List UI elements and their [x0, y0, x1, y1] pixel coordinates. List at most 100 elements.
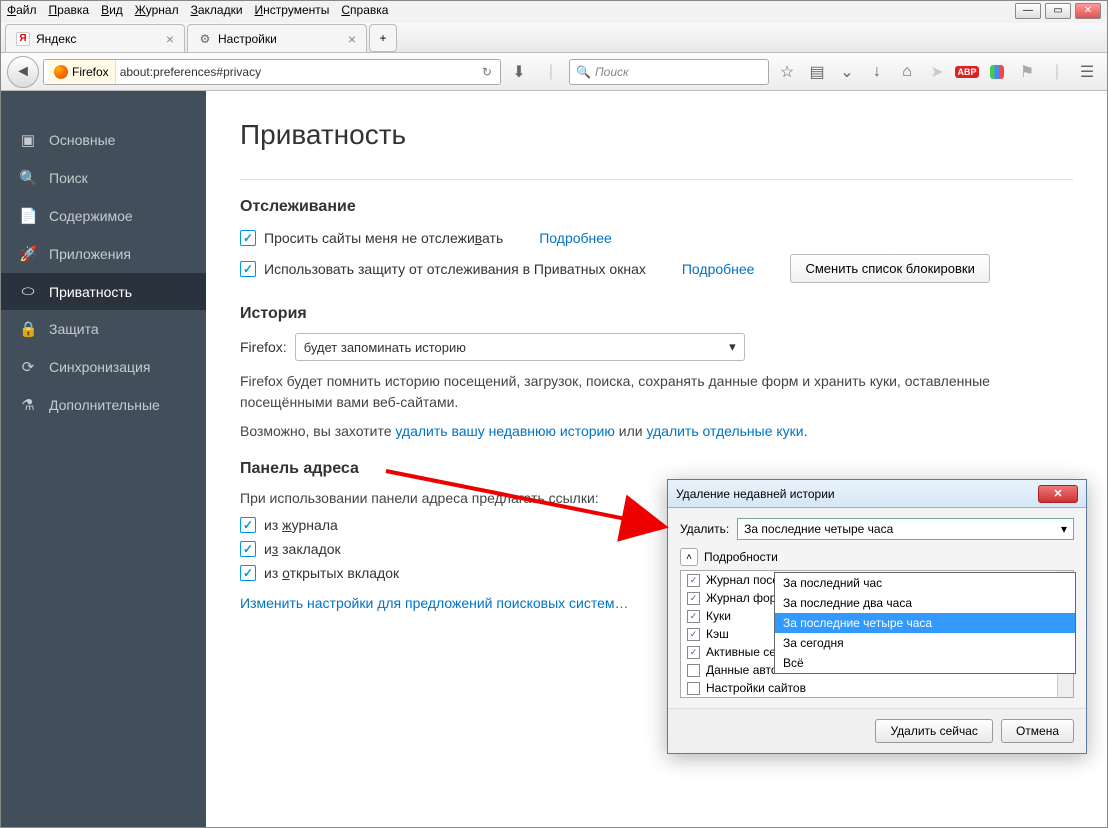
chevron-down-icon: ▾	[729, 339, 736, 355]
tab-label: Яндекс	[36, 32, 76, 46]
browser-tabstrip: Я Яндекс × ⚙ Настройки × +	[1, 23, 1107, 53]
sidebar-item-sync[interactable]: ⟳Синхронизация	[1, 348, 206, 386]
send-icon[interactable]: ➤	[923, 58, 951, 86]
clear-now-button[interactable]: Удалить сейчас	[875, 719, 992, 743]
window-close-button[interactable]: ✕	[1075, 3, 1101, 19]
page-title: Приватность	[240, 119, 1073, 151]
downloads-icon[interactable]: ⬇	[505, 58, 533, 86]
tab-close-icon[interactable]: ×	[348, 31, 356, 47]
addon-icon[interactable]: ⚑	[1013, 58, 1041, 86]
dropdown-option[interactable]: За последние два часа	[775, 593, 1075, 613]
time-range-select[interactable]: За последние четыре часа ▾	[737, 518, 1074, 540]
browser-navbar: ◄ Firefox about:preferences#privacy ↻ ⬇ …	[1, 53, 1107, 91]
apps-grid-icon[interactable]	[990, 65, 1004, 79]
sync-icon: ⟳	[19, 358, 37, 376]
dropdown-option[interactable]: За сегодня	[775, 633, 1075, 653]
item-checkbox[interactable]	[687, 682, 700, 695]
yandex-favicon-icon: Я	[16, 32, 30, 46]
bookmark-star-icon[interactable]: ☆	[773, 58, 801, 86]
dnt-checkbox[interactable]: ✓	[240, 230, 256, 246]
tracking-protection-label: Использовать защиту от отслеживания в Пр…	[264, 261, 646, 277]
cancel-button[interactable]: Отмена	[1001, 719, 1074, 743]
download-arrow-icon[interactable]: ↓	[863, 58, 891, 86]
window-minimize-button[interactable]: —	[1015, 3, 1041, 19]
history-mode-select[interactable]: будет запоминать историю ▾	[295, 333, 745, 361]
history-links-row: Возможно, вы захотите удалить вашу недав…	[240, 421, 1073, 442]
new-tab-button[interactable]: +	[369, 24, 397, 52]
sidebar-item-security[interactable]: 🔒Защита	[1, 310, 206, 348]
tab-settings[interactable]: ⚙ Настройки ×	[187, 24, 367, 52]
reload-icon[interactable]: ↻	[478, 65, 496, 79]
reader-icon[interactable]: ▤	[803, 58, 831, 86]
clear-cookies-link[interactable]: удалить отдельные куки	[646, 423, 803, 439]
dnt-learn-more-link[interactable]: Подробнее	[539, 230, 612, 246]
suggest-history-checkbox[interactable]: ✓	[240, 517, 256, 533]
sidebar-item-content[interactable]: 📄Содержимое	[1, 197, 206, 235]
dialog-title: Удаление недавней истории	[676, 487, 835, 501]
dropdown-option[interactable]: За последний час	[775, 573, 1075, 593]
item-checkbox[interactable]: ✓	[687, 646, 700, 659]
item-checkbox[interactable]: ✓	[687, 628, 700, 641]
item-checkbox[interactable]: ✓	[687, 592, 700, 605]
change-search-settings-link[interactable]: Изменить настройки для предложений поиск…	[240, 595, 629, 611]
url-bar[interactable]: Firefox about:preferences#privacy ↻	[43, 59, 501, 85]
pocket-icon[interactable]: ⌄	[833, 58, 861, 86]
time-range-label: Удалить:	[680, 522, 729, 536]
menu-view[interactable]: Вид	[101, 3, 123, 21]
tracking-heading: Отслеживание	[240, 198, 1073, 216]
mask-icon: ⬭	[19, 283, 37, 300]
history-heading: История	[240, 305, 1073, 323]
adblock-icon[interactable]: ABP	[953, 58, 981, 86]
general-icon: ▣	[19, 131, 37, 149]
tab-yandex[interactable]: Я Яндекс ×	[5, 24, 185, 52]
tp-learn-more-link[interactable]: Подробнее	[682, 261, 755, 277]
dropdown-option-selected[interactable]: За последние четыре часа	[775, 613, 1075, 633]
home-icon[interactable]: ⌂	[893, 58, 921, 86]
change-blocklist-button[interactable]: Сменить список блокировки	[790, 254, 989, 283]
rocket-icon: 🚀	[19, 245, 37, 263]
identity-box[interactable]: Firefox	[48, 60, 116, 84]
item-checkbox[interactable]: ✓	[687, 610, 700, 623]
divider-icon: |	[1043, 58, 1071, 86]
back-button[interactable]: ◄	[7, 56, 39, 88]
dropdown-option[interactable]: Всё	[775, 653, 1075, 673]
preferences-sidebar: ▣Основные 🔍Поиск 📄Содержимое 🚀Приложения…	[1, 91, 206, 827]
menu-help[interactable]: Справка	[341, 3, 388, 21]
sidebar-item-general[interactable]: ▣Основные	[1, 121, 206, 159]
clear-history-dialog: Удаление недавней истории ✕ Удалить: За …	[667, 479, 1087, 754]
sidebar-item-advanced[interactable]: ⚗Дополнительные	[1, 386, 206, 424]
dialog-close-button[interactable]: ✕	[1038, 485, 1078, 503]
suggest-opentabs-label: из открытых вкладок	[264, 565, 399, 581]
menu-bookmarks[interactable]: Закладки	[191, 3, 243, 21]
details-label: Подробности	[704, 550, 778, 564]
menu-file[interactable]: ФФайлайл	[7, 3, 37, 21]
sidebar-item-applications[interactable]: 🚀Приложения	[1, 235, 206, 273]
suggest-history-label: из журнала	[264, 517, 338, 533]
window-maximize-button[interactable]: ▭	[1045, 3, 1071, 19]
firefox-icon	[54, 65, 68, 79]
suggest-opentabs-checkbox[interactable]: ✓	[240, 565, 256, 581]
dialog-titlebar[interactable]: Удаление недавней истории ✕	[668, 480, 1086, 508]
os-menubar[interactable]: ФФайлайл Правка Вид Журнал Закладки Инст…	[1, 1, 1107, 23]
menu-edit[interactable]: Правка	[49, 3, 90, 21]
url-text: about:preferences#privacy	[120, 65, 261, 79]
tab-close-icon[interactable]: ×	[166, 31, 174, 47]
details-toggle-button[interactable]: ˄	[680, 548, 698, 566]
tracking-protection-checkbox[interactable]: ✓	[240, 261, 256, 277]
search-bar[interactable]: 🔍 Поиск	[569, 59, 769, 85]
item-checkbox[interactable]	[687, 664, 700, 677]
clear-history-link[interactable]: удалить вашу недавнюю историю	[395, 423, 614, 439]
sidebar-item-search[interactable]: 🔍Поиск	[1, 159, 206, 197]
dnt-label: Просить сайты меня не отслеживать	[264, 230, 503, 246]
item-checkbox[interactable]: ✓	[687, 574, 700, 587]
history-mode-label: Firefox:	[240, 339, 287, 355]
menu-history[interactable]: Журнал	[135, 3, 179, 21]
time-range-dropdown[interactable]: За последний час За последние два часа З…	[774, 572, 1076, 674]
hamburger-menu-icon[interactable]: ☰	[1073, 58, 1101, 86]
search-icon: 🔍	[576, 65, 591, 79]
menu-tools[interactable]: Инструменты	[255, 3, 330, 21]
suggest-bookmarks-checkbox[interactable]: ✓	[240, 541, 256, 557]
sidebar-item-privacy[interactable]: ⬭Приватность	[1, 273, 206, 310]
flask-icon: ⚗	[19, 396, 37, 414]
addressbar-heading: Панель адреса	[240, 460, 1073, 478]
